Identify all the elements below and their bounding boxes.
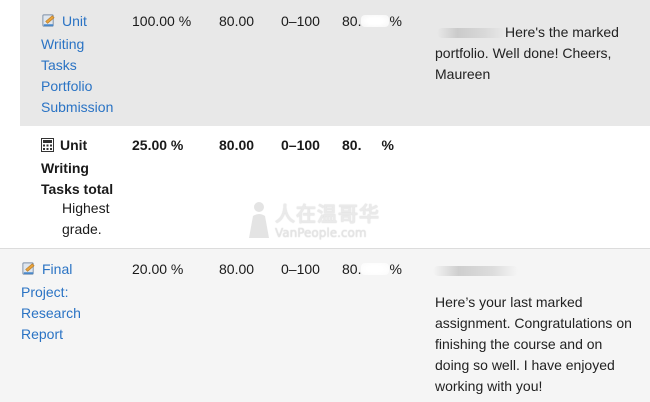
item-name-line[interactable]: Report [21,326,63,342]
weight-cell: 100.00 % [132,13,192,29]
assignment-icon [21,261,36,282]
percent-sign: % [381,137,394,153]
redacted-digits [361,263,390,275]
redacted-digits [361,15,390,27]
weight-cell: 25.00 % [132,137,184,153]
percentage-cell: 80.% [342,11,402,32]
grade-item-name[interactable]: Unit Writing Tasks Portfolio Submission [41,11,131,118]
aggregation-line: Highest [62,200,110,216]
item-name-line[interactable]: Tasks [41,57,77,73]
grade-item-link[interactable]: Unit Writing Tasks Portfolio Submission [41,13,113,115]
grade-item-link[interactable]: Final Project: Research Report [21,261,81,342]
aggregation-line: grade. [62,221,102,237]
grade-row-final-project: Final Project: Research Report 20.00 % 8… [0,248,650,402]
item-name-line: Writing [41,160,89,176]
item-name-line: Tasks total [41,181,114,197]
percentage-value: 80. [342,13,362,29]
assignment-icon [41,13,56,34]
grade-row-portfolio: Unit Writing Tasks Portfolio Submission … [0,0,650,126]
item-name-line[interactable]: Unit [62,13,87,29]
redacted-greeting [437,28,505,38]
item-name-line: Unit [60,137,88,153]
feedback-cell: Here’s your last marked assignment. Cong… [435,294,632,394]
redacted-digits [361,139,382,151]
grade-item-name[interactable]: Final Project: Research Report [21,259,111,345]
redacted-greeting [433,266,518,276]
percent-sign: % [389,13,402,29]
grade-cell: 80.00 [219,13,255,29]
aggregation-method: Highest grade. [62,198,109,240]
grade-cell: 80.00 [219,137,255,153]
range-cell: 0–100 [281,13,320,29]
range-cell: 0–100 [281,261,320,277]
item-name-line[interactable]: Project: [21,284,68,300]
calculator-icon [41,137,54,158]
item-name-line[interactable]: Writing [41,36,84,52]
item-name-line[interactable]: Submission [41,99,113,115]
range-cell: 0–100 [281,137,320,153]
row-indent [0,0,20,126]
category-total-name: Unit Writing Tasks total [41,135,121,200]
feedback-cell: Here's the marked portfolio. Well done! … [435,22,635,85]
row-divider [0,248,650,249]
weight-cell: 20.00 % [132,261,184,277]
percent-sign: % [389,261,402,277]
percentage-value: 80. [342,261,362,277]
item-name-line[interactable]: Research [21,305,81,321]
grade-row-category-total: Unit Writing Tasks total Highest grade. … [0,126,650,248]
item-name-line[interactable]: Final [42,261,72,277]
percentage-cell: 80.% [342,135,394,156]
percentage-cell: 80.% [342,259,402,280]
percentage-value: 80. [342,137,362,153]
grade-cell: 80.00 [219,261,255,277]
item-name-line[interactable]: Portfolio [41,78,92,94]
